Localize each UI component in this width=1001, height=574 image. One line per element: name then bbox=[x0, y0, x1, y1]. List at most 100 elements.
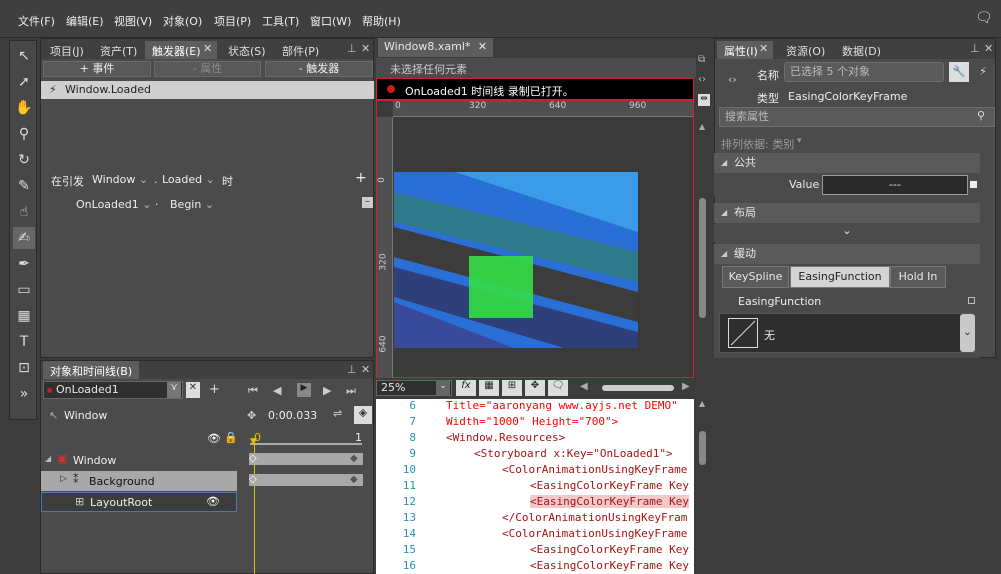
expand-tools-icon[interactable]: » bbox=[13, 383, 35, 405]
section-easing[interactable]: ◢ 缓动 bbox=[714, 244, 980, 264]
close-panel-icon[interactable]: ✕ bbox=[361, 363, 370, 376]
design-surface[interactable] bbox=[394, 172, 638, 348]
scope-up-icon[interactable]: ↖ bbox=[49, 409, 58, 422]
arrange-chevron-icon[interactable]: ▾ bbox=[797, 136, 802, 146]
eyedropper-tool-icon[interactable]: ✎ bbox=[13, 175, 35, 197]
menu-file[interactable]: 文件(F) bbox=[18, 13, 55, 29]
expand-storyboard-icon[interactable]: ⋎ bbox=[167, 382, 181, 398]
tab-easing-function[interactable]: EasingFunction bbox=[790, 266, 890, 288]
canvas-scroll-thumb[interactable] bbox=[699, 198, 706, 318]
text-tool-icon[interactable]: T bbox=[13, 331, 35, 353]
close-tab-icon[interactable]: ✕ bbox=[478, 40, 487, 53]
tab-assets[interactable]: 资产(T) bbox=[93, 41, 144, 59]
menu-tools[interactable]: 工具(T) bbox=[262, 13, 299, 29]
close-panel-icon[interactable]: ✕ bbox=[984, 42, 993, 55]
close-tab-icon[interactable]: ✕ bbox=[203, 42, 212, 55]
trigger-list-item[interactable]: ⚡ Window.Loaded bbox=[41, 81, 374, 99]
selection-tool-icon[interactable]: ↖ bbox=[13, 45, 35, 67]
horizontal-scroll-thumb[interactable] bbox=[602, 385, 674, 391]
menu-view[interactable]: 视图(V) bbox=[114, 13, 152, 29]
prev-frame-icon[interactable]: ◀ bbox=[273, 384, 281, 397]
controls-tool-icon[interactable]: ⊡ bbox=[13, 357, 35, 379]
effects-toggle-button[interactable]: fx bbox=[456, 380, 476, 396]
keyframe-start-icon[interactable]: ◇ bbox=[249, 474, 257, 485]
play-button[interactable]: ▶ bbox=[297, 383, 311, 397]
source-dropdown[interactable]: Window bbox=[92, 173, 148, 186]
pin-icon[interactable]: ⊥ bbox=[347, 42, 357, 55]
document-tab[interactable]: Window8.xaml* ✕ bbox=[378, 38, 494, 57]
arrange-by-dropdown[interactable]: 排列依据: 类别 bbox=[721, 136, 794, 152]
pin-icon[interactable]: ⊥ bbox=[347, 363, 357, 376]
tab-data[interactable]: 数据(D) bbox=[835, 41, 888, 59]
playhead-handle-icon[interactable]: ▼ bbox=[250, 437, 257, 447]
storyboard-dropdown[interactable]: OnLoaded1 bbox=[76, 198, 152, 211]
close-tab-icon[interactable]: ✕ bbox=[759, 42, 768, 55]
section-layout[interactable]: ◢ 布局 bbox=[714, 203, 980, 223]
lock-icon[interactable]: 🔒 bbox=[224, 431, 238, 444]
brush-transform-tool-icon[interactable]: ✍ bbox=[13, 227, 35, 249]
snap-icon[interactable]: ✥ bbox=[247, 409, 256, 422]
tab-resources[interactable]: 资源(O) bbox=[779, 41, 832, 59]
tree-row-background[interactable]: ▷ ⁑ Background bbox=[41, 471, 237, 491]
keyframe-start-icon[interactable]: ◇ bbox=[249, 453, 257, 464]
zoom-dropdown-arrow-icon[interactable]: ⌄ bbox=[436, 381, 450, 395]
menu-window[interactable]: 窗口(W) bbox=[310, 13, 351, 29]
design-view-icon[interactable]: ‹› bbox=[698, 74, 706, 85]
menu-project[interactable]: 项目(P) bbox=[214, 13, 251, 29]
annotations-icon[interactable]: 🗨 bbox=[548, 380, 568, 396]
tree-row-layoutroot[interactable]: ⊞ LayoutRoot 👁 bbox=[41, 492, 237, 512]
timeline-zoom-icon[interactable]: ⇌ bbox=[333, 407, 342, 420]
grid-tool-icon[interactable]: ▦ bbox=[13, 305, 35, 327]
easing-function-picker[interactable]: 无 ⌄ bbox=[719, 313, 975, 353]
remove-trigger-button[interactable]: - 触发器 bbox=[265, 61, 373, 77]
tab-objects-timeline[interactable]: 对象和时间线(B) bbox=[43, 361, 140, 379]
eye-icon[interactable]: 👁 bbox=[207, 432, 221, 445]
expand-more-button[interactable]: ⌄ bbox=[714, 224, 980, 242]
keyframe-end-icon[interactable]: ◆ bbox=[350, 453, 358, 464]
scroll-right-icon[interactable]: ▶ bbox=[682, 381, 690, 392]
xaml-view-icon[interactable]: ⇹ bbox=[698, 94, 710, 106]
expand-arrow-icon[interactable]: ◢ bbox=[45, 454, 51, 463]
tab-states[interactable]: 状态(S) bbox=[221, 41, 273, 59]
tree-row-window[interactable]: ◢ ▣ Window bbox=[41, 450, 237, 470]
last-frame-icon[interactable]: ⏭ bbox=[346, 384, 356, 398]
tab-parts[interactable]: 部件(P) bbox=[275, 41, 326, 59]
remove-property-button[interactable]: - 属性 bbox=[154, 61, 261, 77]
chevron-down-icon[interactable]: ⌄ bbox=[960, 314, 975, 352]
scroll-up-icon[interactable]: ▲ bbox=[699, 399, 705, 408]
menu-edit[interactable]: 编辑(E) bbox=[66, 13, 104, 29]
event-dropdown[interactable]: Loaded bbox=[162, 173, 215, 186]
split-view-icon[interactable]: ⧉ bbox=[698, 54, 705, 65]
pan-tool-icon[interactable]: ✋ bbox=[13, 97, 35, 119]
events-lightning-icon[interactable]: ⚡ bbox=[973, 62, 993, 82]
section-common[interactable]: ◢ 公共 bbox=[714, 153, 980, 173]
record-keyframe-icon[interactable]: ◈ bbox=[354, 406, 372, 424]
name-field[interactable]: 已选择 5 个对象 bbox=[784, 62, 944, 82]
advanced-options-icon[interactable] bbox=[970, 181, 977, 188]
menu-object[interactable]: 对象(O) bbox=[163, 13, 202, 29]
time-readout[interactable]: 0:00.033 bbox=[268, 409, 317, 422]
advanced-options-icon[interactable] bbox=[968, 297, 975, 304]
code-scroll-thumb[interactable] bbox=[699, 431, 706, 465]
properties-wrench-icon[interactable]: 🔧 bbox=[949, 62, 969, 82]
search-icon[interactable]: ⚲ bbox=[977, 109, 985, 122]
collapse-arrow-icon[interactable]: ▷ bbox=[60, 474, 67, 484]
scroll-left-icon[interactable]: ◀ bbox=[580, 381, 588, 392]
code-scrollbar[interactable]: ▲ bbox=[696, 399, 710, 574]
storyboard-picker[interactable]: OnLoaded1 bbox=[43, 381, 183, 399]
xaml-editor[interactable]: 6 Title="aaronyang www.ayjs.net DEMO" 7 … bbox=[376, 399, 694, 574]
tab-hold-in[interactable]: Hold In bbox=[890, 266, 946, 288]
close-panel-icon[interactable]: ✕ bbox=[361, 42, 370, 55]
eye-icon[interactable]: 👁 bbox=[206, 495, 220, 508]
value-color-editor[interactable]: --- bbox=[822, 175, 968, 195]
gridlines-icon[interactable]: ⊞ bbox=[502, 380, 522, 396]
next-frame-icon[interactable]: ▶ bbox=[323, 384, 331, 397]
add-condition-icon[interactable]: + bbox=[355, 170, 367, 186]
feedback-icon[interactable]: 🗨 bbox=[975, 10, 993, 26]
pen-tool-icon[interactable]: ✒ bbox=[13, 253, 35, 275]
add-event-button[interactable]: + 事件 bbox=[43, 61, 151, 77]
tab-project[interactable]: 项目(J) bbox=[43, 41, 91, 59]
pin-icon[interactable]: ⊥ bbox=[970, 42, 980, 55]
menu-help[interactable]: 帮助(H) bbox=[362, 13, 401, 29]
canvas-scrollbar[interactable]: ⧉ ‹› ⇹ ▲ bbox=[696, 38, 710, 398]
